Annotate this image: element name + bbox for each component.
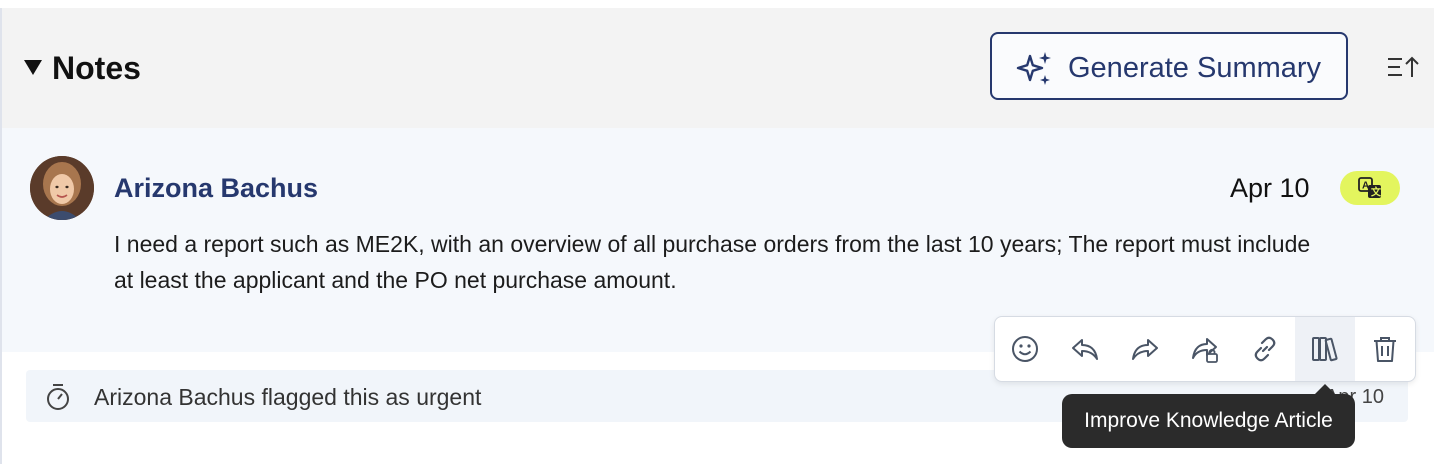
forward-icon bbox=[1132, 339, 1158, 360]
notes-header: Notes Generate Summary bbox=[2, 8, 1434, 128]
generate-summary-button[interactable]: Generate Summary bbox=[990, 32, 1348, 100]
section-title[interactable]: Notes bbox=[52, 48, 141, 88]
note-author[interactable]: Arizona Bachus bbox=[114, 172, 318, 204]
note-actions-toolbar bbox=[994, 316, 1416, 382]
svg-text:文: 文 bbox=[1371, 186, 1382, 199]
top-strip bbox=[0, 0, 1434, 8]
forward-button[interactable] bbox=[1115, 317, 1175, 381]
sparkle-icon bbox=[1016, 52, 1051, 85]
emoji-reaction-button[interactable] bbox=[995, 317, 1055, 381]
delete-button[interactable] bbox=[1355, 317, 1415, 381]
avatar[interactable] bbox=[30, 156, 94, 220]
stopwatch-icon bbox=[47, 384, 69, 410]
reply-icon bbox=[1072, 339, 1098, 360]
forward-restricted-button[interactable] bbox=[1175, 317, 1235, 381]
translate-button[interactable]: A 文 bbox=[1340, 171, 1400, 205]
improve-knowledge-article-button[interactable] bbox=[1295, 317, 1355, 381]
activity-text: Arizona Bachus flagged this as urgent bbox=[94, 384, 482, 410]
generate-summary-label: Generate Summary bbox=[1068, 52, 1322, 84]
knowledge-article-icon bbox=[1312, 337, 1338, 362]
copy-link-button[interactable] bbox=[1235, 317, 1295, 381]
delete-icon bbox=[1374, 337, 1396, 362]
translate-icon: A 文 bbox=[1358, 177, 1382, 199]
link-icon bbox=[1254, 336, 1276, 362]
notes-panel: Notes Generate Summary Arizona Bachus Ap… bbox=[0, 8, 1434, 464]
note-body: I need a report such as ME2K, with an ov… bbox=[114, 231, 1311, 293]
sort-icon[interactable] bbox=[1386, 54, 1420, 82]
note-date: Apr 10 bbox=[1230, 173, 1310, 203]
tooltip-arrow bbox=[1315, 384, 1335, 394]
tooltip: Improve Knowledge Article bbox=[1062, 394, 1355, 448]
reply-button[interactable] bbox=[1055, 317, 1115, 381]
collapse-caret-icon[interactable] bbox=[24, 60, 42, 75]
emoji-icon bbox=[1012, 336, 1038, 362]
share-restricted-icon bbox=[1192, 338, 1218, 363]
